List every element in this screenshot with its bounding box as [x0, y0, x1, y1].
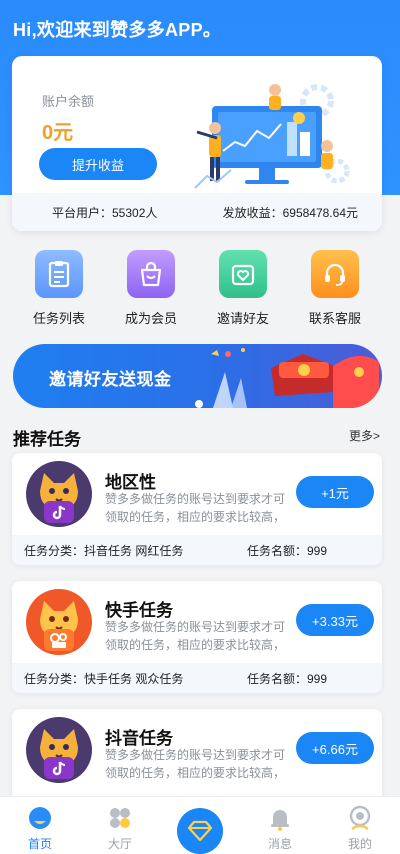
- gift-illustration: [195, 348, 379, 408]
- quick-action-invite[interactable]: 邀请好友: [197, 250, 289, 330]
- member-bag-icon: [127, 250, 175, 298]
- bottom-tab-bar: 首页 大厅 消息 我的: [0, 796, 400, 854]
- task-description: 赞多多做任务的账号达到要求才可领取的任务，相应的要求比较高，: [105, 748, 286, 780]
- dashboard-illustration: [194, 84, 350, 189]
- task-card[interactable]: 快手任务 赞多多做任务的账号达到要求才可领取的任务，相应的要求比较高， +3.3…: [12, 581, 382, 693]
- platform-stats: 平台用户：55302人 发放收益：6958478.64元: [12, 193, 382, 231]
- quick-action-label: 成为会员: [124, 311, 177, 326]
- home-icon: [29, 807, 51, 829]
- tab-label: 首页: [27, 837, 52, 851]
- welcome-text: Hi,欢迎来到赞多多APP。: [13, 20, 222, 40]
- invite-heart-icon: [219, 250, 267, 298]
- tab-label: 我的: [347, 837, 372, 851]
- tab-hall[interactable]: 大厅: [80, 797, 160, 854]
- quick-action-task-list[interactable]: 任务列表: [13, 250, 105, 330]
- banner-text: 邀请好友送现金: [49, 370, 172, 389]
- douyin-cat-avatar: [26, 717, 92, 783]
- task-description: 赞多多做任务的账号达到要求才可领取的任务，相应的要求比较高，: [105, 620, 286, 652]
- balance-label: 账户余额: [42, 94, 95, 109]
- tab-label: 大厅: [107, 837, 132, 851]
- quick-action-support[interactable]: 联系客服: [289, 250, 381, 330]
- headset-icon: [311, 250, 359, 298]
- quick-actions: 任务列表 成为会员 邀请好友 联系客服: [0, 250, 400, 330]
- boost-income-button[interactable]: 提升收益: [39, 148, 157, 180]
- balance-amount: 0元: [42, 122, 74, 144]
- tab-messages[interactable]: 消息: [240, 797, 320, 854]
- tab-profile[interactable]: 我的: [320, 797, 400, 854]
- task-list-icon: [35, 250, 83, 298]
- task-description: 赞多多做任务的账号达到要求才可领取的任务，相应的要求比较高，: [105, 492, 286, 524]
- platform-users: 平台用户：55302人: [52, 205, 158, 220]
- section-title: 推荐任务: [13, 430, 81, 449]
- reward-button[interactable]: +3.33元: [296, 604, 374, 636]
- diamond-icon: [177, 808, 223, 854]
- balance-card: 账户余额 0元 提升收益 平台用户：55302人 发放收益：6958478.64…: [12, 56, 382, 231]
- douyin-cat-avatar: [26, 461, 92, 527]
- more-link[interactable]: 更多>: [349, 427, 380, 444]
- quick-action-label: 联系客服: [308, 311, 361, 326]
- bell-icon: [271, 810, 289, 831]
- task-card[interactable]: 地区性 赞多多做任务的账号达到要求才可领取的任务，相应的要求比较高， +1元 任…: [12, 453, 382, 565]
- task-meta: 任务分类：快手任务 观众任务 任务名额：999: [12, 663, 382, 693]
- quick-action-label: 邀请好友: [216, 311, 269, 326]
- reward-button[interactable]: +1元: [296, 476, 374, 508]
- task-meta: 任务分类：抖音任务 网红任务 任务名额：999: [12, 535, 382, 565]
- tab-label: 消息: [267, 837, 292, 851]
- invite-banner[interactable]: 邀请好友送现金: [13, 344, 382, 408]
- hall-icon: [110, 808, 130, 828]
- task-category: 任务分类：抖音任务 网红任务: [24, 543, 184, 558]
- kuaishou-cat-avatar: [26, 589, 92, 655]
- task-quota: 任务名额：999: [247, 671, 328, 686]
- profile-icon: [349, 805, 371, 830]
- reward-button[interactable]: +6.66元: [296, 732, 374, 764]
- quick-action-member[interactable]: 成为会员: [105, 250, 197, 330]
- tab-home[interactable]: 首页: [0, 797, 80, 854]
- payout-total: 发放收益：6958478.64元: [222, 205, 358, 220]
- task-category: 任务分类：快手任务 观众任务: [24, 671, 184, 686]
- task-quota: 任务名额：999: [247, 543, 328, 558]
- tab-center[interactable]: [160, 797, 240, 854]
- quick-action-label: 任务列表: [32, 311, 85, 326]
